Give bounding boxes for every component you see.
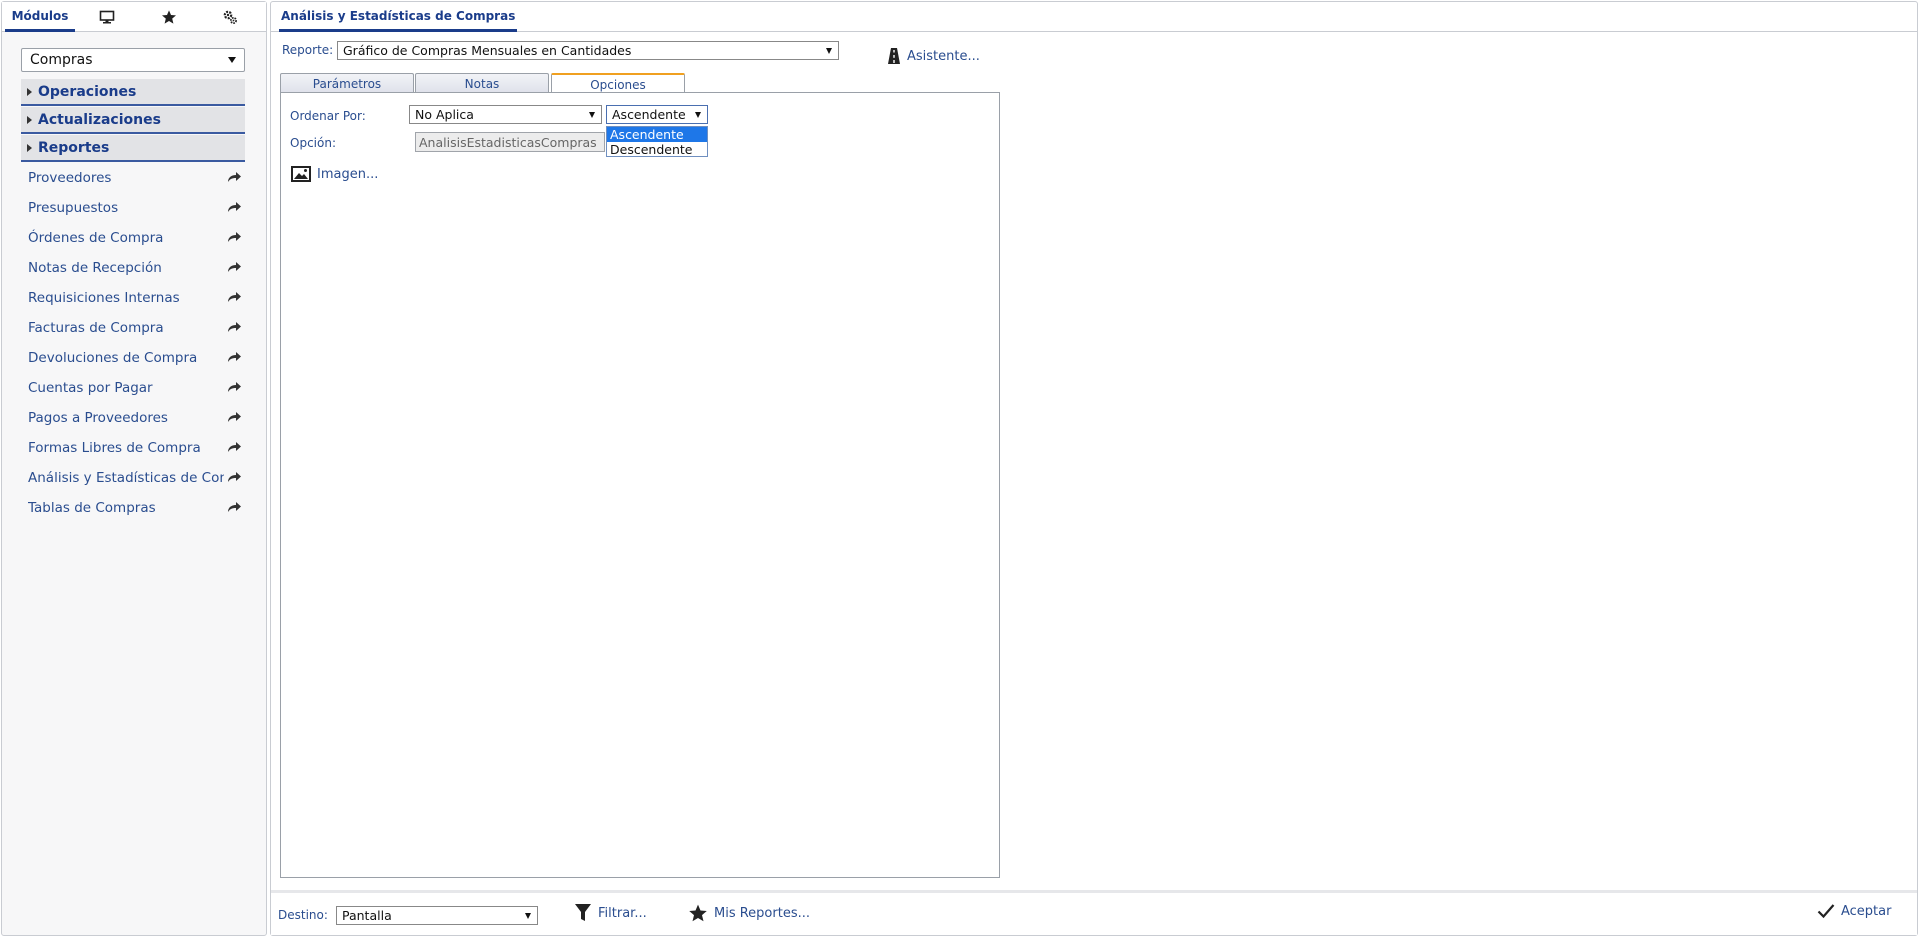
share-arrow-icon[interactable] xyxy=(226,469,242,485)
reporte-select-value: Gráfico de Compras Mensuales en Cantidad… xyxy=(343,43,632,58)
chevron-down-icon xyxy=(695,111,701,118)
section-actualizaciones[interactable]: Actualizaciones xyxy=(21,107,245,134)
chevron-down-icon xyxy=(228,57,236,63)
report-panel: Análisis y Estadísticas de Compras Repor… xyxy=(270,1,1918,936)
share-arrow-icon[interactable] xyxy=(226,409,242,425)
nav-item-formas-libres[interactable]: Formas Libres de Compra xyxy=(28,436,224,460)
nav-item-pagos-proveedores[interactable]: Pagos a Proveedores xyxy=(28,406,224,430)
tab-parametros[interactable]: Parámetros xyxy=(280,73,414,93)
tab-opciones[interactable]: Opciones xyxy=(551,73,685,94)
share-arrow-icon[interactable] xyxy=(226,379,242,395)
caret-right-icon xyxy=(27,143,32,152)
opcion-label: Opción: xyxy=(290,136,336,150)
asistente-label: Asistente... xyxy=(907,48,980,64)
reporte-select[interactable]: Gráfico de Compras Mensuales en Cantidad… xyxy=(337,41,839,60)
mis-reportes-label: Mis Reportes... xyxy=(714,905,810,921)
star-icon xyxy=(689,904,707,922)
tab-notas[interactable]: Notas xyxy=(415,73,549,93)
orden-option-descendente[interactable]: Descendente xyxy=(607,142,707,157)
orden-option-ascendente[interactable]: Ascendente xyxy=(607,127,707,142)
share-arrow-icon[interactable] xyxy=(226,289,242,305)
share-arrow-icon[interactable] xyxy=(226,199,242,215)
filtrar-button[interactable]: Filtrar... xyxy=(574,903,647,923)
section-label: Operaciones xyxy=(38,83,137,100)
tab-screen[interactable] xyxy=(85,2,129,32)
tab-favorites[interactable] xyxy=(147,2,191,32)
wizard-road-icon xyxy=(888,48,900,64)
checkmark-icon xyxy=(1817,904,1835,919)
asistente-button[interactable]: Asistente... xyxy=(887,47,980,65)
share-arrow-icon[interactable] xyxy=(226,259,242,275)
section-label: Actualizaciones xyxy=(38,111,161,128)
footer-bar: Destino: Pantalla Filtrar... Mis Reporte… xyxy=(271,890,1917,935)
destino-label: Destino: xyxy=(278,908,328,922)
opciones-tab-content: Ordenar Por: No Aplica Ascendente Ascend… xyxy=(280,92,1000,878)
filtrar-label: Filtrar... xyxy=(598,905,647,921)
ordenar-select-value: No Aplica xyxy=(415,107,474,122)
modules-panel: Módulos Compras Operaciones Actualizacio… xyxy=(1,1,267,936)
chevron-down-icon xyxy=(826,47,832,54)
caret-right-icon xyxy=(27,115,32,124)
gears-icon xyxy=(223,10,237,24)
section-reportes[interactable]: Reportes xyxy=(21,135,245,162)
opcion-field: AnalisisEstadisticasCompras xyxy=(415,132,605,152)
star-icon xyxy=(162,10,176,24)
nav-item-facturas[interactable]: Facturas de Compra xyxy=(28,316,224,340)
monitor-icon xyxy=(99,10,115,24)
share-arrow-icon[interactable] xyxy=(226,349,242,365)
module-select[interactable]: Compras xyxy=(21,48,245,72)
main-header: Análisis y Estadísticas de Compras xyxy=(271,2,1917,32)
share-arrow-icon[interactable] xyxy=(226,229,242,245)
tab-settings[interactable] xyxy=(208,2,252,32)
nav-item-analisis[interactable]: Análisis y Estadísticas de Compras xyxy=(28,466,224,490)
orden-dropdown-list: Ascendente Descendente xyxy=(606,126,708,157)
chevron-down-icon xyxy=(589,111,595,118)
image-icon xyxy=(291,166,311,182)
destino-select-value: Pantalla xyxy=(342,908,392,923)
tab-modulos[interactable]: Módulos xyxy=(5,2,75,32)
share-arrow-icon[interactable] xyxy=(226,169,242,185)
nav-item-ordenes-compra[interactable]: Órdenes de Compra xyxy=(28,226,224,250)
imagen-button[interactable]: Imagen... xyxy=(291,166,378,182)
ordenar-label: Ordenar Por: xyxy=(290,109,366,123)
nav-item-presupuestos[interactable]: Presupuestos xyxy=(28,196,224,220)
reporte-label: Reporte: xyxy=(282,43,334,57)
section-label: Reportes xyxy=(38,139,110,156)
nav-item-notas-recepcion[interactable]: Notas de Recepción xyxy=(28,256,224,280)
left-tab-bar: Módulos xyxy=(2,2,266,32)
nav-item-tablas[interactable]: Tablas de Compras xyxy=(28,496,224,520)
chevron-down-icon xyxy=(525,912,531,919)
mis-reportes-button[interactable]: Mis Reportes... xyxy=(688,903,810,923)
imagen-label: Imagen... xyxy=(317,166,379,182)
page-title: Análisis y Estadísticas de Compras xyxy=(279,2,518,32)
module-select-value: Compras xyxy=(30,52,93,68)
orden-select-value: Ascendente xyxy=(612,107,686,122)
nav-item-proveedores[interactable]: Proveedores xyxy=(28,166,224,190)
share-arrow-icon[interactable] xyxy=(226,499,242,515)
nav-item-devoluciones[interactable]: Devoluciones de Compra xyxy=(28,346,224,370)
nav-item-requisiciones[interactable]: Requisiciones Internas xyxy=(28,286,224,310)
aceptar-button[interactable]: Aceptar xyxy=(1817,903,1891,919)
destino-select[interactable]: Pantalla xyxy=(336,906,538,925)
section-operaciones[interactable]: Operaciones xyxy=(21,79,245,106)
nav-item-cuentas-pagar[interactable]: Cuentas por Pagar xyxy=(28,376,224,400)
aceptar-label: Aceptar xyxy=(1841,903,1892,919)
filter-icon xyxy=(575,904,591,921)
orden-select[interactable]: Ascendente xyxy=(606,105,708,124)
share-arrow-icon[interactable] xyxy=(226,319,242,335)
opcion-field-value: AnalisisEstadisticasCompras xyxy=(419,134,597,150)
caret-right-icon xyxy=(27,87,32,96)
share-arrow-icon[interactable] xyxy=(226,439,242,455)
ordenar-select[interactable]: No Aplica xyxy=(409,105,602,124)
